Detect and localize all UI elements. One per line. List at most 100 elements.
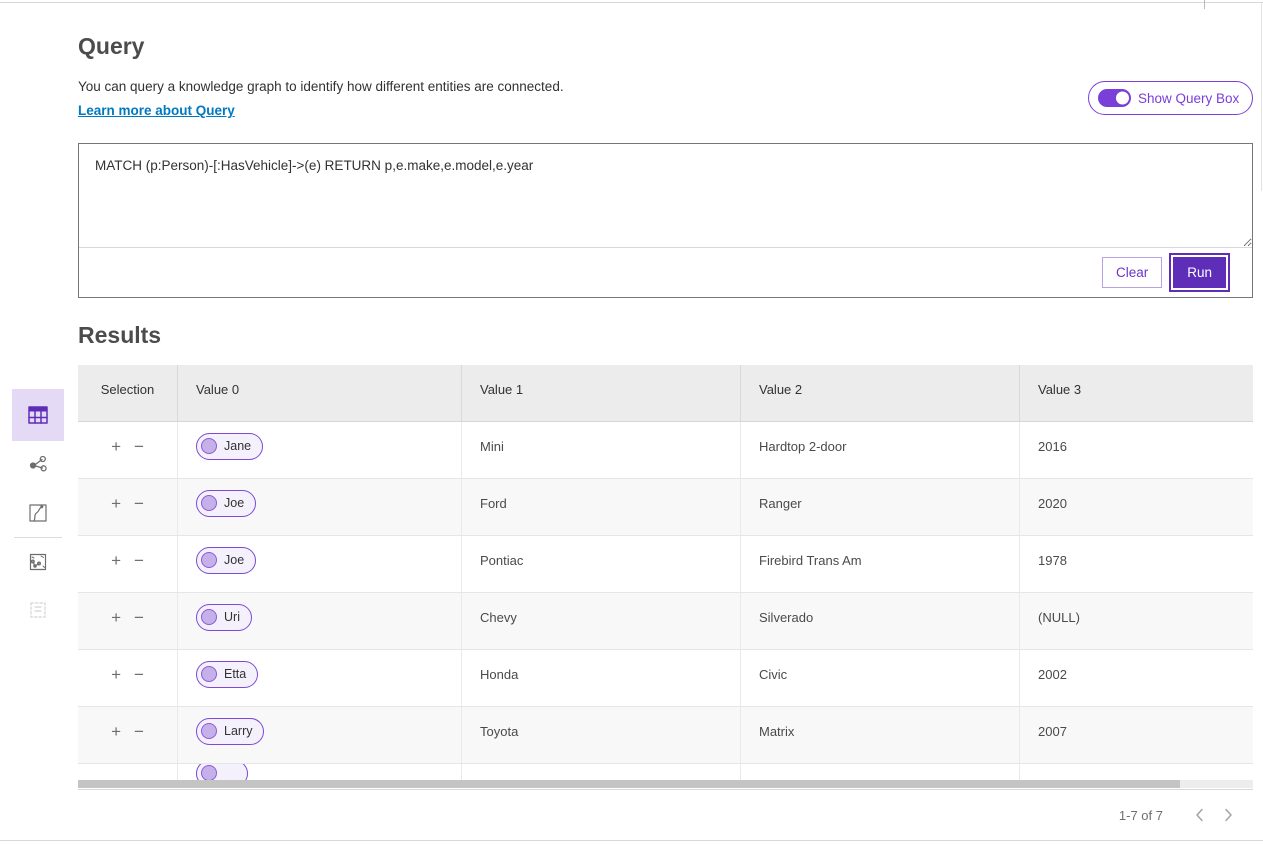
toggle-knob: [1115, 91, 1130, 106]
remove-from-selection-button[interactable]: −: [134, 495, 144, 512]
scrollbar-thumb[interactable]: [78, 780, 1180, 788]
entity-chip[interactable]: Jane: [196, 433, 263, 460]
map-icon: [26, 501, 50, 525]
value0-cell: Larry: [178, 707, 462, 763]
entity-node-icon: [201, 666, 217, 682]
query-input[interactable]: MATCH (p:Person)-[:HasVehicle]->(e) RETU…: [79, 144, 1252, 248]
entity-label: Etta: [224, 667, 246, 681]
remove-from-selection-button[interactable]: −: [134, 723, 144, 740]
value3-cell: 1978: [1020, 536, 1253, 592]
disabled-view-icon: [26, 598, 50, 622]
chevron-right-icon: [1224, 808, 1233, 822]
add-to-selection-button[interactable]: +: [111, 438, 121, 455]
previous-page-button[interactable]: [1189, 804, 1210, 826]
top-tick-mark: [1204, 0, 1205, 9]
page-range-label: 1-7 of 7: [1119, 808, 1163, 823]
value2-cell: Matrix: [741, 707, 1020, 763]
chevron-left-icon: [1195, 808, 1204, 822]
map-link-chart-icon: [26, 550, 50, 574]
table-row: + − Joe Pontiac Firebird Trans Am 1978: [78, 536, 1253, 593]
entity-chip[interactable]: Etta: [196, 661, 258, 688]
value3-cell: 2016: [1020, 422, 1253, 478]
entity-chip[interactable]: Larry: [196, 718, 264, 745]
toggle-label: Show Query Box: [1138, 91, 1239, 106]
entity-label: Uri: [224, 610, 240, 624]
view-sidebar: [12, 389, 64, 634]
query-box: MATCH (p:Person)-[:HasVehicle]->(e) RETU…: [78, 143, 1253, 298]
column-header-value1: Value 1: [462, 365, 741, 421]
sidebar-item-map-link-chart-view[interactable]: [12, 538, 64, 586]
value1-cell: Mini: [462, 422, 741, 478]
value1-cell: Toyota: [462, 707, 741, 763]
sidebar-item-link-chart-view[interactable]: [12, 441, 64, 489]
sidebar-item-disabled-view: [12, 586, 64, 634]
entity-chip[interactable]: Joe: [196, 490, 256, 517]
entity-chip[interactable]: Joe: [196, 547, 256, 574]
show-query-box-toggle[interactable]: Show Query Box: [1088, 81, 1253, 115]
add-to-selection-button[interactable]: +: [111, 609, 121, 626]
value0-cell: Joe: [178, 479, 462, 535]
add-to-selection-button[interactable]: +: [111, 723, 121, 740]
column-header-value2: Value 2: [741, 365, 1020, 421]
clear-button[interactable]: Clear: [1102, 257, 1162, 288]
entity-label: Larry: [224, 724, 252, 738]
entity-chip[interactable]: [196, 764, 248, 780]
entity-label: Jane: [224, 439, 251, 453]
value0-cell: Uri: [178, 593, 462, 649]
table-row: + − Uri Chevy Silverado (NULL): [78, 593, 1253, 650]
table-row: + − Larry Toyota Matrix 2007: [78, 707, 1253, 764]
toggle-switch-icon[interactable]: [1098, 89, 1131, 107]
value2-cell: Firebird Trans Am: [741, 536, 1020, 592]
add-to-selection-button[interactable]: +: [111, 552, 121, 569]
selection-cell: [78, 764, 178, 780]
selection-cell: + −: [78, 479, 178, 535]
run-button[interactable]: Run: [1173, 257, 1226, 288]
value3-cell: 2002: [1020, 650, 1253, 706]
next-page-button[interactable]: [1218, 804, 1239, 826]
sidebar-item-map-view[interactable]: [12, 489, 64, 537]
value1-cell: Chevy: [462, 593, 741, 649]
results-title: Results: [78, 322, 161, 349]
query-description: You can query a knowledge graph to ident…: [78, 79, 564, 94]
sidebar-item-table-view[interactable]: [12, 389, 64, 441]
entity-node-icon: [201, 609, 217, 625]
value3-cell: [1020, 764, 1253, 780]
value2-cell: Hardtop 2-door: [741, 422, 1020, 478]
remove-from-selection-button[interactable]: −: [134, 609, 144, 626]
table-row: + − Joe Ford Ranger 2020: [78, 479, 1253, 536]
add-to-selection-button[interactable]: +: [111, 666, 121, 683]
remove-from-selection-button[interactable]: −: [134, 666, 144, 683]
horizontal-scrollbar[interactable]: [78, 780, 1253, 788]
selection-cell: + −: [78, 593, 178, 649]
value1-cell: Ford: [462, 479, 741, 535]
column-header-selection: Selection: [78, 365, 178, 421]
pagination-bar: 1-7 of 7: [78, 789, 1253, 840]
value1-cell: Honda: [462, 650, 741, 706]
panel-top-border: [0, 2, 1263, 3]
learn-more-link[interactable]: Learn more about Query: [78, 103, 235, 118]
selection-cell: + −: [78, 536, 178, 592]
value0-cell: Joe: [178, 536, 462, 592]
entity-node-icon: [201, 765, 217, 780]
remove-from-selection-button[interactable]: −: [134, 438, 144, 455]
entity-node-icon: [201, 552, 217, 568]
table-row: + − Jane Mini Hardtop 2-door 2016: [78, 422, 1253, 479]
panel-bottom-border: [0, 840, 1263, 841]
value3-cell: 2020: [1020, 479, 1253, 535]
column-header-value3: Value 3: [1020, 365, 1253, 421]
table-icon: [25, 402, 51, 428]
table-row: + − Etta Honda Civic 2002: [78, 650, 1253, 707]
entity-node-icon: [201, 723, 217, 739]
selection-cell: + −: [78, 707, 178, 763]
add-to-selection-button[interactable]: +: [111, 495, 121, 512]
value0-cell: Jane: [178, 422, 462, 478]
results-table: Selection Value 0 Value 1 Value 2 Value …: [78, 365, 1253, 780]
panel-right-border: [1261, 3, 1262, 191]
entity-label: Joe: [224, 496, 244, 510]
remove-from-selection-button[interactable]: −: [134, 552, 144, 569]
selection-cell: + −: [78, 422, 178, 478]
table-row-partial: [78, 764, 1253, 780]
value2-cell: [741, 764, 1020, 780]
value2-cell: Civic: [741, 650, 1020, 706]
entity-chip[interactable]: Uri: [196, 604, 252, 631]
